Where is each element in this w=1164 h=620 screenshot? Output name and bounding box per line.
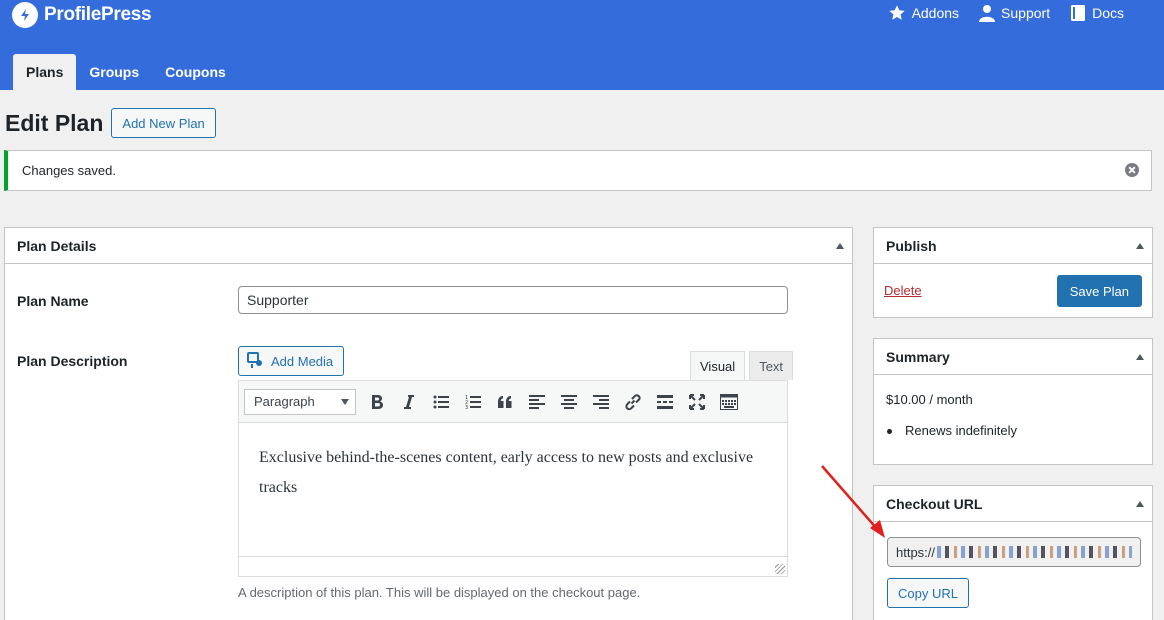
- editor-mode-tabs: Visual Text: [690, 351, 794, 380]
- align-center-icon[interactable]: [553, 387, 585, 417]
- italic-icon[interactable]: [393, 387, 425, 417]
- annotation-arrow-icon: [821, 465, 885, 538]
- checkout-url-header: Checkout URL: [874, 486, 1152, 522]
- description-help-text: A description of this plan. This will be…: [238, 585, 641, 600]
- plan-description-label: Plan Description: [17, 353, 128, 369]
- collapse-arrow-icon[interactable]: [1136, 353, 1144, 360]
- addons-link[interactable]: Addons: [888, 4, 959, 22]
- bullet-icon: [887, 429, 892, 434]
- collapse-arrow-icon[interactable]: [836, 242, 844, 249]
- add-new-plan-button[interactable]: Add New Plan: [111, 108, 216, 138]
- plan-price: $10.00 / month: [886, 392, 973, 407]
- editor-toolbar: Paragraph 123: [239, 381, 787, 423]
- page-title: Edit Plan: [5, 109, 104, 136]
- plan-details-box: Plan Details Plan Name Plan Description …: [4, 227, 853, 620]
- top-header: ProfilePress Addons Support Docs Plans G…: [0, 0, 1164, 90]
- editor-statusbar: [238, 556, 788, 577]
- checkout-url-box: Checkout URL https:// Copy URL: [873, 485, 1153, 620]
- align-right-icon[interactable]: [585, 387, 617, 417]
- support-label: Support: [1001, 5, 1051, 21]
- add-media-label: Add Media: [271, 353, 334, 369]
- star-icon: [888, 4, 906, 22]
- profilepress-logo-icon: [12, 2, 38, 28]
- publish-title: Publish: [886, 237, 937, 254]
- renewal-text: Renews indefinitely: [905, 423, 1018, 438]
- publish-box: Publish Delete Save Plan: [873, 227, 1153, 318]
- format-select[interactable]: Paragraph: [244, 388, 356, 415]
- save-plan-button[interactable]: Save Plan: [1056, 275, 1142, 307]
- addons-label: Addons: [911, 5, 960, 21]
- user-icon: [979, 4, 996, 22]
- notice-text: Changes saved.: [22, 163, 116, 178]
- docs-link[interactable]: Docs: [1070, 4, 1124, 22]
- summary-header: Summary: [874, 339, 1152, 375]
- fullscreen-icon[interactable]: [681, 387, 713, 417]
- support-link[interactable]: Support: [979, 4, 1050, 22]
- checkout-url-prefix: https://: [896, 544, 936, 560]
- checkout-url-title: Checkout URL: [886, 495, 983, 512]
- success-notice: Changes saved.: [4, 150, 1152, 191]
- plan-name-input[interactable]: [238, 286, 788, 314]
- top-links: Addons Support Docs: [888, 4, 1124, 22]
- redacted-url: [937, 546, 1132, 558]
- add-media-button[interactable]: Add Media: [238, 346, 345, 376]
- bullet-list-icon[interactable]: [425, 387, 457, 417]
- toolbar-toggle-icon[interactable]: [713, 387, 745, 417]
- book-icon: [1070, 4, 1086, 22]
- editor-content[interactable]: Exclusive behind-the-scenes content, ear…: [239, 423, 787, 557]
- bold-icon[interactable]: [361, 387, 393, 417]
- tab-groups[interactable]: Groups: [76, 54, 152, 90]
- plan-name-label: Plan Name: [17, 293, 89, 309]
- collapse-arrow-icon[interactable]: [1136, 242, 1144, 249]
- collapse-arrow-icon[interactable]: [1136, 500, 1144, 507]
- link-icon[interactable]: [617, 387, 649, 417]
- copy-url-button[interactable]: Copy URL: [887, 578, 969, 608]
- tab-plans[interactable]: Plans: [13, 54, 77, 90]
- summary-title: Summary: [886, 348, 950, 365]
- publish-header: Publish: [874, 228, 1152, 264]
- summary-box: Summary $10.00 / month Renews indefinite…: [873, 338, 1153, 465]
- tab-visual[interactable]: Visual: [690, 351, 746, 380]
- tab-text[interactable]: Text: [749, 351, 794, 380]
- checkout-url-field[interactable]: https://: [887, 537, 1141, 567]
- tab-coupons[interactable]: Coupons: [152, 54, 239, 90]
- plan-details-header: Plan Details: [5, 228, 852, 264]
- resize-handle-icon[interactable]: [775, 564, 785, 574]
- description-editor: Paragraph 123 Exclusive behind-the-scene…: [238, 380, 788, 577]
- svg-text:3: 3: [465, 405, 468, 410]
- brand-name: ProfilePress: [44, 4, 152, 25]
- numbered-list-icon[interactable]: 123: [457, 387, 489, 417]
- blockquote-icon[interactable]: [489, 387, 521, 417]
- format-value: Paragraph: [254, 394, 315, 409]
- main-tabs: Plans Groups Coupons: [13, 54, 239, 90]
- page-heading: Edit Plan Add New Plan: [5, 108, 216, 138]
- chevron-down-icon: [341, 398, 349, 405]
- media-icon: [247, 351, 265, 371]
- plan-details-title: Plan Details: [17, 237, 97, 254]
- docs-label: Docs: [1092, 5, 1124, 21]
- brand[interactable]: ProfilePress: [12, 2, 152, 28]
- delete-link[interactable]: Delete: [884, 283, 922, 298]
- read-more-icon[interactable]: [649, 387, 681, 417]
- dismiss-notice-icon[interactable]: [1125, 163, 1139, 177]
- align-left-icon[interactable]: [521, 387, 553, 417]
